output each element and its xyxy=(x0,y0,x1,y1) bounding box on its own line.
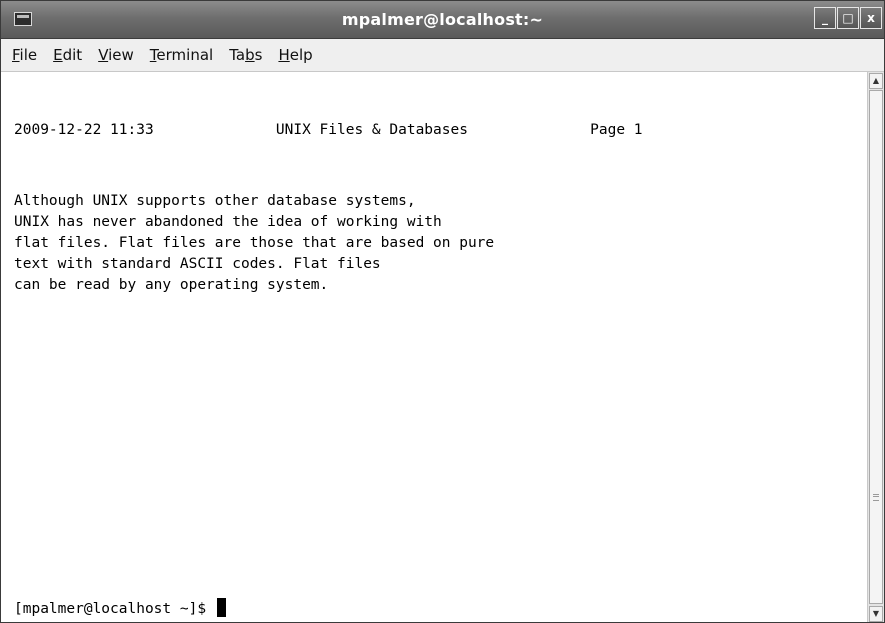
menu-file-mnemonic: F xyxy=(12,46,20,64)
output-line: text with standard ASCII codes. Flat fil… xyxy=(14,256,381,272)
menu-tabs-prefix: Ta xyxy=(229,46,246,64)
window-title: mpalmer@localhost:~ xyxy=(341,10,544,29)
terminal-window: mpalmer@localhost:~ _ □ x File Edit View… xyxy=(0,0,885,623)
menu-view-mnemonic: V xyxy=(98,46,109,64)
title-bar[interactable]: mpalmer@localhost:~ _ □ x xyxy=(1,1,884,39)
menu-tabs-mnemonic: b xyxy=(245,46,255,64)
menu-help[interactable]: Help xyxy=(270,39,320,71)
menu-file[interactable]: File xyxy=(1,39,45,71)
shell-prompt: [mpalmer@localhost ~]$ xyxy=(14,601,215,617)
scroll-down-arrow-icon[interactable]: ▼ xyxy=(869,606,883,622)
maximize-icon[interactable]: □ xyxy=(837,7,859,29)
menu-help-label: elp xyxy=(289,46,313,64)
text-cursor xyxy=(216,598,226,617)
scrollbar-thumb[interactable] xyxy=(869,90,883,604)
menu-file-label: ile xyxy=(19,46,38,64)
vertical-scrollbar[interactable]: ▲ ▼ xyxy=(868,72,884,622)
prompt-line[interactable]: [mpalmer@localhost ~]$ xyxy=(14,598,226,618)
scroll-up-arrow-icon[interactable]: ▲ xyxy=(869,73,883,89)
menu-help-mnemonic: H xyxy=(278,46,290,64)
menu-edit[interactable]: Edit xyxy=(45,39,90,71)
output-line: Although UNIX supports other database sy… xyxy=(14,193,416,209)
menu-bar: File Edit View Terminal Tabs Help xyxy=(1,39,884,72)
window-controls: _ □ x xyxy=(813,7,882,31)
close-icon[interactable]: x xyxy=(860,7,882,29)
minimize-icon[interactable]: _ xyxy=(814,7,836,29)
terminal-area[interactable]: 2009-12-22 11:33 UNIX Files & Databases … xyxy=(1,72,868,622)
output-line: can be read by any operating system. xyxy=(14,277,329,293)
menu-tabs[interactable]: Tabs xyxy=(221,39,270,71)
scrollbar-grip-icon xyxy=(873,494,879,501)
menu-view-label: iew xyxy=(108,46,134,64)
output-line: flat files. Flat files are those that ar… xyxy=(14,235,495,251)
output-line: UNIX has never abandoned the idea of wor… xyxy=(14,214,442,230)
menu-edit-label: dit xyxy=(62,46,83,64)
menu-view[interactable]: View xyxy=(90,39,142,71)
menu-terminal-label: erminal xyxy=(156,46,214,64)
menu-edit-mnemonic: E xyxy=(53,46,63,64)
menu-tabs-label: s xyxy=(254,46,263,64)
menu-terminal[interactable]: Terminal xyxy=(142,39,221,71)
report-header-line: 2009-12-22 11:33 UNIX Files & Databases … xyxy=(14,122,643,138)
